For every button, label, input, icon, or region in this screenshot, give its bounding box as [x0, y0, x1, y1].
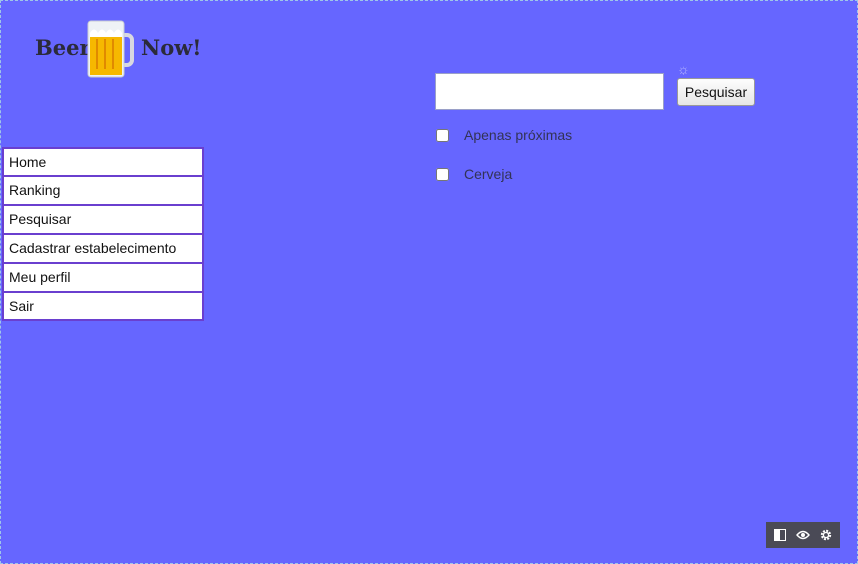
filter-apenas-proximas[interactable]: Apenas próximas: [436, 127, 572, 143]
nav-item-ranking[interactable]: Ranking: [2, 176, 204, 205]
checkbox-apenas-proximas[interactable]: [436, 128, 449, 142]
nav-item-cadastrar-estabelecimento[interactable]: Cadastrar estabelecimento: [2, 234, 204, 263]
filter-label: Cerveja: [464, 166, 513, 182]
sidebar-toggle-icon[interactable]: [771, 526, 789, 544]
gear-icon[interactable]: [817, 526, 835, 544]
eye-icon[interactable]: [794, 526, 812, 544]
checkbox-cerveja[interactable]: [436, 167, 449, 181]
brand-text-left: Beer: [35, 35, 91, 60]
nav-item-meu-perfil[interactable]: Meu perfil: [2, 263, 204, 292]
filter-label: Apenas próximas: [464, 127, 573, 143]
nav-item-sair[interactable]: Sair: [2, 292, 204, 321]
floating-toolbar: [766, 522, 840, 548]
nav-item-home[interactable]: Home: [2, 147, 204, 176]
search-input[interactable]: [435, 73, 664, 110]
main-nav: Home Ranking Pesquisar Cadastrar estabel…: [2, 147, 204, 321]
search-button[interactable]: Pesquisar: [677, 78, 755, 106]
beer-mug-icon: [87, 20, 134, 78]
filter-cerveja[interactable]: Cerveja: [436, 166, 512, 182]
brand-text-right: Now!: [141, 35, 202, 60]
nav-item-pesquisar[interactable]: Pesquisar: [2, 205, 204, 234]
loading-spinner-icon: ☼: [677, 61, 690, 77]
